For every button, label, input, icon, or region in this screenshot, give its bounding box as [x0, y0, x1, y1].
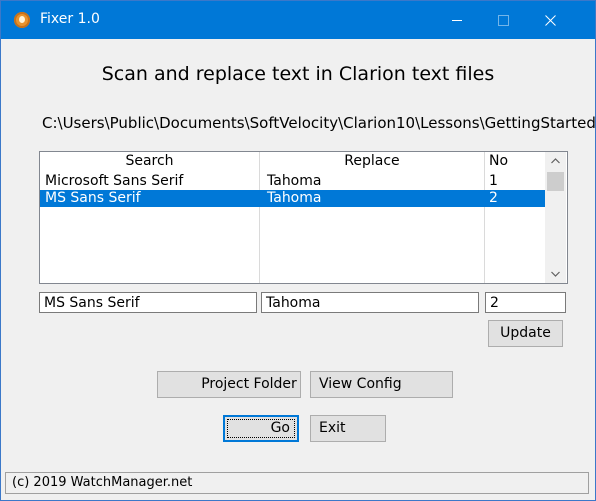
- chevron-up-icon: [551, 157, 560, 163]
- scroll-down-button[interactable]: [545, 265, 566, 282]
- table-row[interactable]: Microsoft Sans Serif Tahoma 1: [40, 173, 545, 190]
- window-title: Fixer 1.0: [40, 11, 100, 27]
- project-folder-button[interactable]: Project Folder: [157, 371, 301, 398]
- cell-no: 1: [489, 173, 498, 189]
- scroll-up-button[interactable]: [545, 152, 566, 169]
- exit-button[interactable]: Exit: [310, 415, 386, 442]
- maximize-icon: [497, 14, 509, 26]
- search-input[interactable]: MS Sans Serif: [39, 292, 257, 313]
- view-config-button[interactable]: View Config: [310, 371, 453, 398]
- page-heading: Scan and replace text in Clarion text fi…: [101, 63, 495, 85]
- close-icon: [544, 14, 556, 26]
- scroll-thumb[interactable]: [547, 172, 564, 191]
- table-row-selected[interactable]: MS Sans Serif Tahoma 2: [40, 190, 545, 207]
- cell-replace: Tahoma: [267, 173, 322, 189]
- selection-fill: [484, 190, 485, 207]
- go-button[interactable]: Go: [223, 415, 299, 442]
- number-input[interactable]: 2: [485, 292, 566, 313]
- focus-rectangle: [227, 419, 295, 438]
- cell-replace: Tahoma: [267, 190, 322, 206]
- app-window: Fixer 1.0 Scan and replace text in Clari…: [0, 0, 596, 501]
- chevron-down-icon: [551, 271, 560, 277]
- replace-list[interactable]: Search Replace No Microsoft Sans Serif T…: [39, 151, 568, 284]
- app-icon[interactable]: [14, 12, 30, 28]
- column-divider: [484, 152, 485, 283]
- status-bar: (c) 2019 WatchManager.net: [5, 472, 589, 494]
- replace-input[interactable]: Tahoma: [261, 292, 479, 313]
- folder-path: C:\Users\Public\Documents\SoftVelocity\C…: [42, 114, 596, 132]
- column-header-no[interactable]: No: [489, 152, 529, 171]
- update-button[interactable]: Update: [488, 320, 563, 347]
- minimize-icon: [452, 19, 462, 21]
- cell-search: Microsoft Sans Serif: [45, 173, 184, 189]
- cell-no: 2: [489, 190, 498, 206]
- close-button[interactable]: [527, 1, 573, 39]
- selection-fill: [259, 190, 260, 207]
- column-header-replace[interactable]: Replace: [260, 152, 484, 171]
- column-header-search[interactable]: Search: [40, 152, 259, 171]
- title-bar[interactable]: Fixer 1.0: [1, 1, 595, 39]
- cell-search: MS Sans Serif: [45, 190, 141, 206]
- maximize-button: [480, 1, 526, 39]
- column-divider: [259, 152, 260, 283]
- vertical-scrollbar[interactable]: [545, 152, 566, 283]
- minimize-button[interactable]: [434, 1, 480, 39]
